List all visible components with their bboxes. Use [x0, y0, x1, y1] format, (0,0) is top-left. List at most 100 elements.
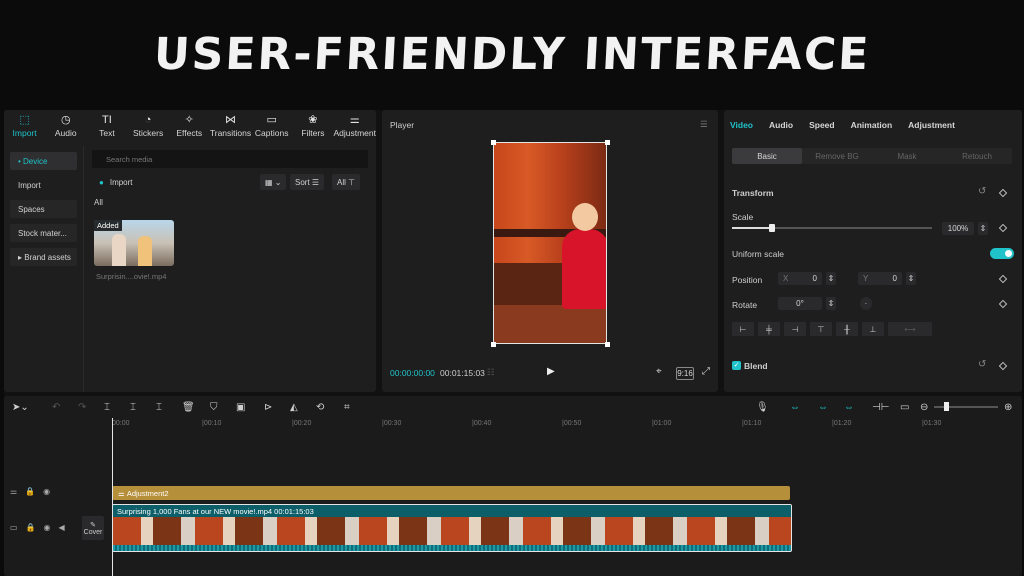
adjustment-clip[interactable]: ⚌ Adjustment2 [112, 486, 790, 500]
sidebar-item-brand-assets[interactable]: ▸ Brand assets [10, 248, 77, 266]
subtab-mask[interactable]: Mask [872, 148, 942, 164]
zoom-in-icon[interactable]: ⊕ [1004, 402, 1012, 413]
filter-button[interactable]: All ⊤ [332, 174, 361, 190]
align-center-v-icon[interactable]: ╫ [836, 322, 858, 336]
sidebar-item-import[interactable]: Import [10, 176, 77, 194]
track-icon[interactable]: ▭ [10, 523, 18, 532]
split-left-icon[interactable]: ⌶ [130, 402, 136, 413]
ratio-button[interactable]: 9:16 [676, 367, 694, 380]
tool-import[interactable]: ⬚ Import [4, 110, 45, 142]
lock-icon[interactable]: 🔒 [25, 487, 35, 496]
tool-captions[interactable]: ▭ Captions [251, 110, 292, 142]
scale-slider[interactable] [732, 224, 932, 232]
reset-icon[interactable]: ↺ [978, 359, 986, 370]
resize-handle[interactable] [605, 140, 610, 145]
eye-icon[interactable]: ◉ [44, 523, 51, 532]
select-cursor-icon[interactable]: ➤⌄ [12, 402, 29, 413]
view-toggle-button[interactable]: ▦ ⌄ [260, 174, 287, 190]
split-view-icon[interactable]: ⊣⊢ [872, 402, 889, 413]
redo-icon[interactable]: ↷ [78, 402, 86, 413]
expand-icon[interactable]: ⤢ [702, 366, 710, 377]
tool-effects[interactable]: ✧ Effects [169, 110, 210, 142]
align-top-icon[interactable]: ⊤ [810, 322, 832, 336]
tab-speed[interactable]: Speed [809, 120, 835, 130]
mask-icon[interactable]: ⛉ [210, 402, 218, 413]
sort-button[interactable]: Sort ☰ [290, 174, 325, 190]
crop-icon[interactable]: ⌗ [344, 402, 350, 413]
sidebar-item-device[interactable]: • Device [10, 152, 77, 170]
playhead[interactable] [112, 418, 113, 576]
search-input[interactable]: Search media [92, 150, 368, 168]
sidebar-item-stock[interactable]: Stock mater... [10, 224, 77, 242]
tool-transitions[interactable]: ⋈ Transitions [210, 110, 251, 142]
align-right-icon[interactable]: ⊣ [784, 322, 806, 336]
position-y-input[interactable]: Y0 [858, 272, 902, 285]
resize-handle[interactable] [605, 342, 610, 347]
fullscreen-crop-icon[interactable]: ⌖ [656, 366, 662, 377]
cover-button[interactable]: ✎ Cover [82, 516, 104, 540]
resize-handle[interactable] [491, 342, 496, 347]
microphone-icon[interactable]: 🎙 [756, 402, 769, 413]
stepper-icon[interactable]: ⇕ [826, 297, 836, 310]
keyframe-icon[interactable] [998, 299, 1008, 309]
tool-filters[interactable]: ❀ Filters [292, 110, 333, 142]
eye-icon[interactable]: ◉ [43, 487, 50, 496]
tool-adjustment[interactable]: ⚌ Adjustment [333, 110, 376, 142]
tool-audio[interactable]: ◷ Audio [45, 110, 86, 142]
link-icon[interactable]: ⇔ [790, 402, 800, 413]
import-button[interactable]: ● Import [94, 174, 138, 190]
flip-icon[interactable]: ⟷ [888, 322, 932, 336]
align-bottom-icon[interactable]: ⊥ [862, 322, 884, 336]
magnet-icon[interactable]: ⇔ [818, 402, 828, 413]
keyframe-icon[interactable] [998, 361, 1008, 371]
subtab-retouch[interactable]: Retouch [942, 148, 1012, 164]
timecode-icon[interactable]: ☷ [487, 367, 495, 378]
tab-video[interactable]: Video [730, 120, 753, 130]
mirror-icon[interactable]: ◭ [290, 402, 298, 413]
video-clip[interactable]: Surprising 1,000 Fans at our NEW movie!.… [112, 504, 792, 552]
speed-icon[interactable]: ⊳ [264, 402, 272, 413]
split-icon[interactable]: ⌶ [104, 402, 110, 413]
subtab-basic[interactable]: Basic [732, 148, 802, 164]
stepper-icon[interactable]: ⇕ [906, 272, 916, 285]
play-icon[interactable]: ▶ [547, 366, 555, 377]
rotate-icon[interactable]: ⟲ [316, 402, 324, 413]
zoom-out-icon[interactable]: ⊖ [920, 402, 928, 413]
tab-audio[interactable]: Audio [769, 120, 793, 130]
menu-icon[interactable]: ☰ [700, 119, 708, 130]
zoom-handle[interactable] [944, 402, 949, 411]
reset-icon[interactable]: ↺ [978, 186, 986, 197]
keyframe-icon[interactable] [998, 223, 1008, 233]
preview-icon[interactable]: ▭ [900, 402, 909, 413]
stepper-icon[interactable]: ⇕ [978, 222, 988, 235]
slider-handle[interactable] [769, 224, 775, 232]
lock-icon[interactable]: 🔒 [26, 523, 36, 532]
subtab-remove-bg[interactable]: Remove BG [802, 148, 872, 164]
media-thumbnail[interactable]: Added [94, 220, 174, 266]
time-ruler[interactable]: 00:00 |00:10 |00:20 |00:30 |00:40 |00:50… [112, 420, 1022, 432]
align-center-h-icon[interactable]: ╪ [758, 322, 780, 336]
freeze-icon[interactable]: ▣ [236, 402, 245, 413]
split-right-icon[interactable]: ⌶ [156, 402, 162, 413]
transform-heading[interactable]: Transform [732, 188, 774, 198]
tab-animation[interactable]: Animation [851, 120, 893, 130]
tool-stickers[interactable]: ◔ Stickers [128, 110, 169, 142]
scale-input[interactable]: 100% [942, 222, 974, 235]
rotate-dial-icon[interactable]: · [860, 297, 872, 310]
undo-icon[interactable]: ↶ [52, 402, 60, 413]
position-x-input[interactable]: X0 [778, 272, 822, 285]
resize-handle[interactable] [491, 140, 496, 145]
tab-adjustment[interactable]: Adjustment [908, 120, 955, 130]
stepper-icon[interactable]: ⇕ [826, 272, 836, 285]
speaker-icon[interactable]: ◀ [59, 523, 65, 532]
uniform-scale-toggle[interactable] [990, 248, 1014, 259]
delete-icon[interactable]: 🗑 [182, 402, 195, 413]
tool-text[interactable]: TI Text [86, 110, 127, 142]
adjust-icon[interactable]: ⚌ [10, 487, 17, 496]
sidebar-item-spaces[interactable]: Spaces [10, 200, 77, 218]
rotate-input[interactable]: 0° [778, 297, 822, 310]
snap-icon[interactable]: ⇔ [844, 402, 854, 413]
keyframe-icon[interactable] [998, 274, 1008, 284]
blend-checkbox[interactable]: ✓ [732, 361, 741, 370]
align-left-icon[interactable]: ⊢ [732, 322, 754, 336]
